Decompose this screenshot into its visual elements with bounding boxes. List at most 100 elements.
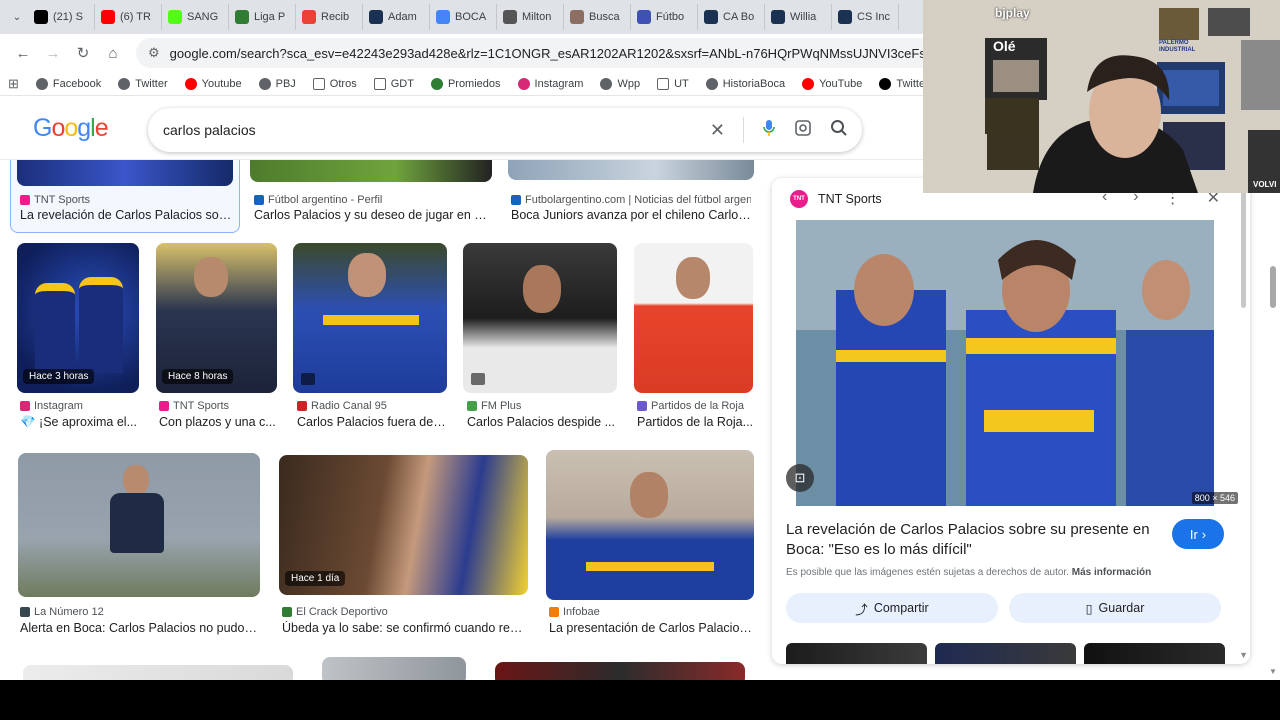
browser-tab[interactable]: Recib: [296, 4, 363, 30]
result-image[interactable]: [250, 160, 492, 182]
bookmark-item[interactable]: Twitter: [118, 77, 168, 90]
bookmark-icon: [600, 77, 613, 90]
back-icon[interactable]: ←: [8, 38, 38, 68]
browser-tab[interactable]: Liga P: [229, 4, 296, 30]
reload-icon[interactable]: ↻: [68, 38, 98, 68]
result-title[interactable]: 💎 ¡Se aproxima el...: [20, 415, 140, 430]
site-info-icon[interactable]: ⚙: [148, 45, 160, 61]
more-info-link[interactable]: Más información: [1072, 567, 1151, 578]
browser-tab[interactable]: SANG: [162, 4, 229, 30]
result-source[interactable]: Infobae: [549, 606, 755, 618]
result-source[interactable]: TNT Sports: [20, 194, 232, 206]
tab-search-button[interactable]: ⌄: [6, 6, 28, 28]
bookmark-item[interactable]: Otros: [312, 77, 357, 90]
preview-image[interactable]: [796, 220, 1214, 506]
result-image[interactable]: [495, 662, 745, 680]
result-image[interactable]: [546, 450, 754, 600]
lens-icon[interactable]: [794, 119, 812, 142]
result-source[interactable]: Fútbol argentino - Perfil: [254, 194, 490, 206]
forward-icon[interactable]: →: [38, 38, 68, 68]
time-badge: Hace 3 horas: [23, 369, 95, 384]
related-image[interactable]: [786, 643, 927, 664]
result-image[interactable]: [463, 243, 617, 393]
result-title[interactable]: Carlos Palacios y su deseo de jugar en B…: [254, 208, 490, 222]
result-image[interactable]: [293, 243, 447, 393]
result-image[interactable]: [508, 160, 754, 180]
result-source[interactable]: TNT Sports: [159, 400, 277, 412]
related-image[interactable]: [935, 643, 1076, 664]
visit-label: Ir: [1189, 526, 1198, 542]
result-image[interactable]: [23, 665, 293, 680]
search-input[interactable]: carlos palacios ✕: [148, 108, 862, 152]
bookmark-item[interactable]: UT: [657, 77, 689, 90]
bookmark-label: YouTube: [819, 77, 863, 90]
google-logo[interactable]: Google: [33, 114, 109, 143]
browser-tab[interactable]: Adam: [363, 4, 430, 30]
bookmark-item[interactable]: GDT: [373, 77, 414, 90]
panel-title[interactable]: La revelación de Carlos Palacios sobre s…: [786, 520, 1156, 560]
bookmark-item[interactable]: Facebook: [35, 77, 101, 90]
result-source[interactable]: La Número 12: [20, 606, 260, 618]
result-title[interactable]: Alerta en Boca: Carlos Palacios no pudo …: [20, 621, 260, 635]
bookmark-item[interactable]: Twitter: [879, 77, 929, 90]
browser-tab[interactable]: CS Inc: [832, 4, 899, 30]
bookmark-item[interactable]: YouTube: [802, 77, 863, 90]
scroll-down-icon[interactable]: ▼: [1239, 650, 1248, 660]
browser-tab[interactable]: (21) S: [28, 4, 95, 30]
result-title[interactable]: La presentación de Carlos Palacios...: [549, 621, 755, 635]
browser-tab[interactable]: Busca: [564, 4, 631, 30]
related-images: [786, 643, 1225, 664]
result-source[interactable]: FM Plus: [467, 400, 617, 412]
search-icon[interactable]: [830, 119, 848, 142]
result-image[interactable]: [634, 243, 753, 393]
bookmark-item[interactable]: Youtube: [184, 77, 242, 90]
browser-tab[interactable]: Fútbo: [631, 4, 698, 30]
source-name: Futbolargentino.com | Noticias del fútbo…: [525, 194, 751, 206]
bookmark-icon: ▯: [1085, 601, 1093, 616]
browser-tab[interactable]: Milton: [497, 4, 564, 30]
result-title[interactable]: Boca Juniors avanza por el chileno Carlo…: [511, 208, 751, 222]
browser-tab[interactable]: CA Bo: [698, 4, 765, 30]
result-source[interactable]: Partidos de la Roja: [637, 400, 755, 412]
result-image[interactable]: [18, 453, 260, 597]
result-source[interactable]: Futbolargentino.com | Noticias del fútbo…: [511, 194, 751, 206]
result-title[interactable]: La revelación de Carlos Palacios sob...: [20, 208, 232, 222]
result-title[interactable]: Con plazos y una c...: [159, 415, 277, 429]
result-source[interactable]: El Crack Deportivo: [282, 606, 528, 618]
scrollbar-thumb[interactable]: [1270, 266, 1276, 308]
result-title[interactable]: Carlos Palacios fuera de ...: [297, 415, 447, 429]
bookmark-item[interactable]: Instagram: [517, 77, 584, 90]
poster-text: Olé: [993, 38, 1016, 54]
panel-header: TNT TNT Sports: [790, 190, 882, 208]
source-favicon-icon: [511, 195, 521, 205]
result-image[interactable]: [322, 657, 466, 680]
bookmark-item[interactable]: PBJ: [258, 77, 296, 90]
result-source[interactable]: Radio Canal 95: [297, 400, 447, 412]
visit-button[interactable]: Ir ›: [1172, 519, 1224, 549]
result-source[interactable]: Instagram: [20, 400, 140, 412]
bookmark-label: PBJ: [275, 77, 296, 90]
panel-source[interactable]: TNT Sports: [818, 192, 882, 206]
bookmark-label: Instagram: [534, 77, 584, 90]
result-image[interactable]: [17, 160, 233, 186]
visual-search-icon[interactable]: ⊡: [786, 464, 814, 492]
bookmark-item[interactable]: Wpp: [600, 77, 640, 90]
bookmark-item[interactable]: Promiedos: [430, 77, 501, 90]
home-icon[interactable]: ⌂: [98, 38, 128, 68]
bookmark-item[interactable]: HistoriaBoca: [705, 77, 785, 90]
result-title[interactable]: Úbeda ya lo sabe: se confirmó cuando reg…: [282, 621, 528, 635]
result-title[interactable]: Carlos Palacios despide ...: [467, 415, 617, 429]
related-image[interactable]: [1084, 643, 1225, 664]
browser-tab[interactable]: Willia: [765, 4, 832, 30]
apps-icon[interactable]: ⊞: [8, 76, 19, 92]
scroll-down-icon[interactable]: ▼: [1269, 667, 1277, 676]
panel-scrollbar[interactable]: [1241, 188, 1246, 308]
browser-tab[interactable]: (6) TR: [95, 4, 162, 30]
page-scrollbar[interactable]: ▼: [1268, 160, 1278, 680]
share-button[interactable]: ⤴ Compartir: [786, 593, 998, 623]
microphone-icon[interactable]: [762, 119, 776, 142]
save-button[interactable]: ▯ Guardar: [1009, 593, 1221, 623]
clear-icon[interactable]: ✕: [710, 120, 725, 141]
browser-tab[interactable]: BOCA: [430, 4, 497, 30]
result-title[interactable]: Partidos de la Roja...: [637, 415, 755, 429]
